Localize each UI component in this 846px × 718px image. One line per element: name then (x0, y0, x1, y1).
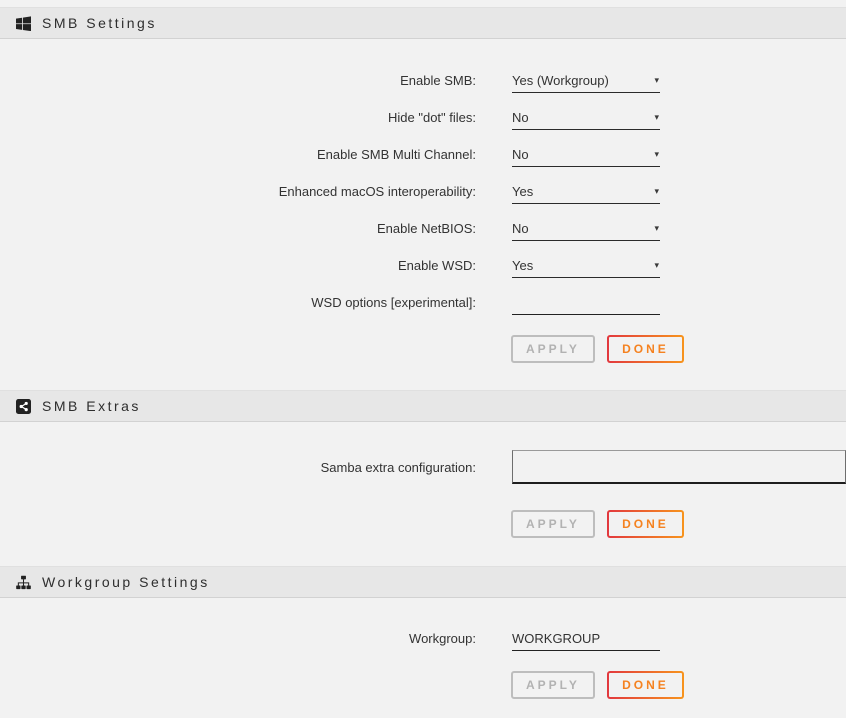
workgroup-settings-header: Workgroup Settings (0, 566, 846, 598)
smb-extras-header: SMB Extras (0, 390, 846, 422)
done-button[interactable]: DONE (607, 335, 684, 363)
select-value: No (512, 110, 529, 125)
field-label: Enable SMB Multi Channel: (0, 147, 476, 162)
enable-smb-select[interactable]: Yes (Workgroup) ▾ (512, 68, 660, 93)
select-value: No (512, 221, 529, 236)
form-row: Samba extra configuration: (0, 447, 846, 487)
form-row: Workgroup: (0, 620, 846, 657)
form-row: Enable SMB Multi Channel: No ▾ (0, 136, 846, 173)
workgroup-input[interactable] (512, 626, 660, 651)
field-label: Enable SMB: (0, 73, 476, 88)
workgroup-settings-actions: APPLY DONE (511, 671, 846, 699)
select-value: Yes (512, 184, 533, 199)
caret-down-icon: ▾ (654, 224, 660, 233)
section-title: SMB Extras (42, 398, 141, 414)
workgroup-settings-form: Workgroup: APPLY DONE (0, 620, 846, 699)
form-row: Enable WSD: Yes ▾ (0, 247, 846, 284)
wsd-options-input[interactable] (512, 290, 660, 315)
section-title: SMB Settings (42, 15, 157, 31)
apply-button[interactable]: APPLY (511, 335, 595, 363)
wsd-select[interactable]: Yes ▾ (512, 253, 660, 278)
smb-settings-form: Enable SMB: Yes (Workgroup) ▾ Hide "dot"… (0, 62, 846, 363)
smb-multi-channel-select[interactable]: No ▾ (512, 142, 660, 167)
form-row: Enhanced macOS interoperability: Yes ▾ (0, 173, 846, 210)
field-label: WSD options [experimental]: (0, 295, 476, 310)
caret-down-icon: ▾ (654, 150, 660, 159)
smb-extras-form: Samba extra configuration: APPLY DONE (0, 447, 846, 538)
form-row: Enable SMB: Yes (Workgroup) ▾ (0, 62, 846, 99)
field-label: Hide "dot" files: (0, 110, 476, 125)
samba-extra-config-textarea[interactable] (512, 450, 846, 484)
select-value: Yes (Workgroup) (512, 73, 609, 88)
macos-interoperability-select[interactable]: Yes ▾ (512, 179, 660, 204)
select-value: No (512, 147, 529, 162)
caret-down-icon: ▾ (654, 187, 660, 196)
apply-button[interactable]: APPLY (511, 671, 595, 699)
form-row: WSD options [experimental]: (0, 284, 846, 321)
caret-down-icon: ▾ (654, 261, 660, 270)
field-label: Samba extra configuration: (0, 460, 476, 475)
select-value: Yes (512, 258, 533, 273)
done-button[interactable]: DONE (607, 671, 684, 699)
field-label: Workgroup: (0, 631, 476, 646)
sitemap-icon (16, 575, 31, 590)
field-label: Enable NetBIOS: (0, 221, 476, 236)
form-row: Hide "dot" files: No ▾ (0, 99, 846, 136)
section-title: Workgroup Settings (42, 574, 210, 590)
field-label: Enable WSD: (0, 258, 476, 273)
share-square-icon (16, 399, 31, 414)
caret-down-icon: ▾ (654, 113, 660, 122)
caret-down-icon: ▾ (654, 76, 660, 85)
field-label: Enhanced macOS interoperability: (0, 184, 476, 199)
smb-settings-header: SMB Settings (0, 7, 846, 39)
form-row: Enable NetBIOS: No ▾ (0, 210, 846, 247)
smb-extras-actions: APPLY DONE (511, 510, 846, 538)
windows-icon (16, 16, 31, 31)
done-button[interactable]: DONE (607, 510, 684, 538)
smb-settings-actions: APPLY DONE (511, 335, 846, 363)
netbios-select[interactable]: No ▾ (512, 216, 660, 241)
apply-button[interactable]: APPLY (511, 510, 595, 538)
hide-dot-files-select[interactable]: No ▾ (512, 105, 660, 130)
